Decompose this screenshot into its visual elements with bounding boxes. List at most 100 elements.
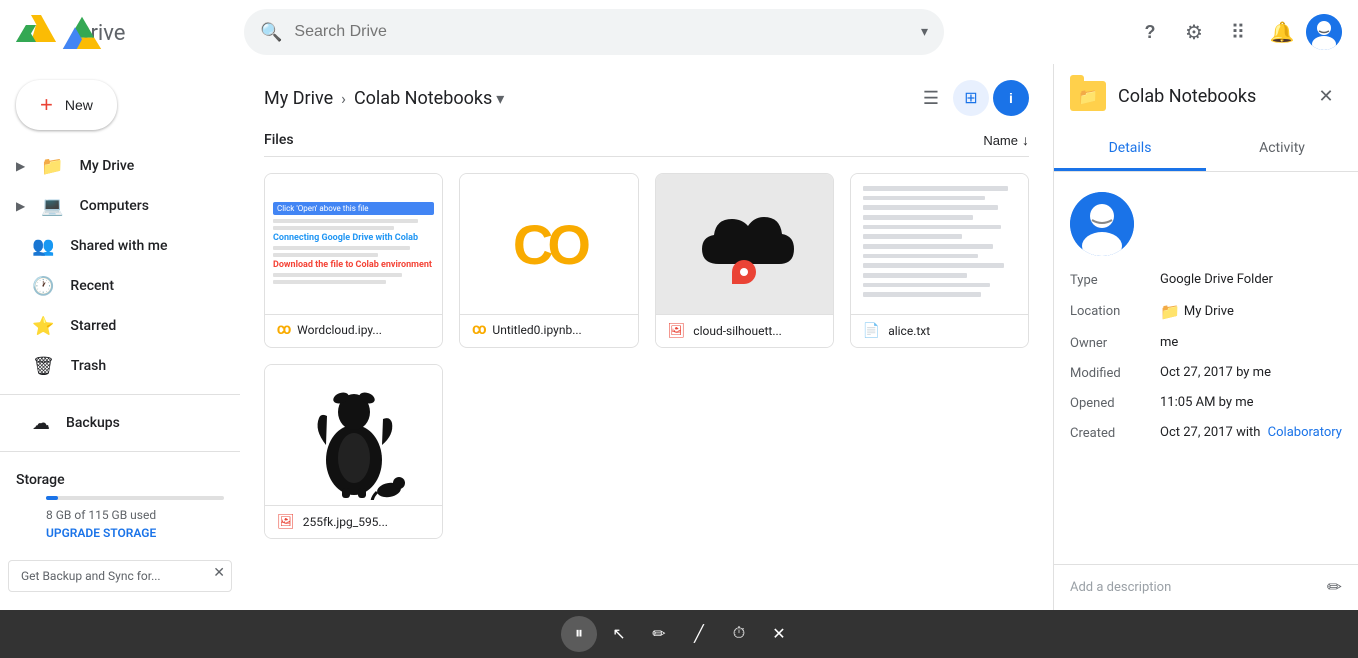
logo-area: Drive (16, 15, 236, 49)
help-button[interactable]: ? (1130, 12, 1170, 52)
panel-close-button[interactable]: ✕ (1310, 80, 1342, 112)
storage-text: 8 GB of 115 GB used (46, 508, 224, 522)
location-folder-icon: 📁 (1160, 302, 1180, 321)
grid-view-button[interactable]: ⊞ (953, 80, 989, 116)
opened-value: 11:05 AM by me (1160, 395, 1342, 410)
settings-button[interactable]: ⚙ (1174, 12, 1214, 52)
new-label: New (65, 97, 93, 113)
description-row: Add a description ✏ (1054, 564, 1358, 610)
description-placeholder[interactable]: Add a description (1070, 580, 1327, 595)
storage-section: Storage 8 GB of 115 GB used UPGRADE STOR… (0, 460, 240, 552)
panel-folder-icon: 📁 (1070, 81, 1106, 111)
right-panel: 📁 Colab Notebooks ✕ Details Activity (1053, 64, 1358, 610)
starred-icon: ⭐ (32, 316, 54, 337)
file-thumb-colab: CO (460, 174, 637, 314)
detail-row-type: Type Google Drive Folder (1070, 272, 1342, 288)
info-panel-button[interactable]: i (993, 80, 1029, 116)
tab-activity[interactable]: Activity (1206, 128, 1358, 171)
sidebar-item-my-drive[interactable]: ▶ 📁 My Drive (0, 146, 224, 186)
created-value: Oct 27, 2017 with Colaboratory (1160, 425, 1342, 440)
file-card-wordcloud[interactable]: Click 'Open' above this file Connecting … (264, 173, 443, 348)
doc-type-icon: 📄 (863, 323, 880, 339)
storage-bar-fill (46, 496, 58, 500)
notification-close-icon[interactable]: ✕ (213, 565, 225, 581)
modified-value: Oct 27, 2017 by me (1160, 365, 1342, 380)
view-toggle: ☰ ⊞ i (913, 80, 1029, 116)
breadcrumb-current[interactable]: Colab Notebooks ▾ (354, 88, 504, 109)
detail-row-opened: Opened 11:05 AM by me (1070, 395, 1342, 411)
notifications-button[interactable]: 🔔 (1262, 12, 1302, 52)
search-input[interactable] (294, 23, 921, 41)
files-label: Files (264, 132, 294, 148)
new-button[interactable]: + New (16, 80, 117, 130)
bell-icon: 🔔 (1270, 20, 1295, 44)
file-name: Untitled0.ipynb... (492, 323, 625, 337)
cursor-button[interactable]: ↖ (601, 616, 637, 652)
search-bar[interactable]: 🔍 ▾ (244, 9, 944, 55)
detail-row-created: Created Oct 27, 2017 with Colaboratory (1070, 425, 1342, 441)
close-toolbar-button[interactable]: ✕ (761, 616, 797, 652)
location-value-area: 📁 My Drive (1160, 302, 1234, 321)
breadcrumb-current-label: Colab Notebooks (354, 88, 492, 109)
file-card-alice-txt[interactable]: 📄 alice.txt (850, 173, 1029, 348)
breadcrumb-root[interactable]: My Drive (264, 88, 333, 109)
avatar[interactable] (1306, 14, 1342, 50)
file-card-alice-jpg[interactable]: 🖼 255fk.jpg_595... (264, 364, 443, 539)
file-card-untitled[interactable]: CO CO Untitled0.ipynb... (459, 173, 638, 348)
file-info-wordcloud: CO Wordcloud.ipy... (265, 314, 442, 345)
backups-icon: ☁ (32, 413, 50, 434)
main-content: My Drive › Colab Notebooks ▾ ☰ ⊞ i Files (240, 64, 1053, 610)
pen-button[interactable]: ✏ (641, 616, 677, 652)
file-info-untitled: CO Untitled0.ipynb... (460, 314, 637, 345)
opened-label: Opened (1070, 395, 1160, 411)
sort-button[interactable]: Name ↓ (983, 132, 1029, 148)
notification-bar: Get Backup and Sync for... ✕ (8, 560, 232, 592)
panel-tabs: Details Activity (1054, 128, 1358, 172)
image-type-icon: 🖼 (668, 323, 686, 339)
sort-arrow-icon: ↓ (1022, 132, 1029, 148)
sidebar-item-starred[interactable]: ⭐ Starred (0, 306, 224, 346)
owner-label: Owner (1070, 335, 1160, 351)
bottom-toolbar: ⏸ ↖ ✏ ╱ ⏱ ✕ (0, 610, 1358, 658)
location-value: My Drive (1184, 304, 1234, 319)
breadcrumb-row: My Drive › Colab Notebooks ▾ ☰ ⊞ i (240, 64, 1053, 124)
sidebar-item-recent[interactable]: 🕐 Recent (0, 266, 224, 306)
upgrade-storage-link[interactable]: UPGRADE STORAGE (46, 526, 224, 540)
sidebar: + New ▶ 📁 My Drive ▶ 💻 Computers 👥 Share… (0, 64, 240, 610)
colab-type-icon-2: CO (472, 323, 484, 337)
panel-avatar (1070, 192, 1134, 256)
topbar-right: ? ⚙ ⠿ 🔔 (1130, 12, 1342, 52)
topbar: Drive 🔍 ▾ ? ⚙ ⠿ 🔔 (0, 0, 1358, 64)
sidebar-item-trash[interactable]: 🗑 Trash (0, 346, 224, 386)
sidebar-item-shared[interactable]: 👥 Shared with me (0, 226, 224, 266)
sidebar-item-label: Recent (70, 278, 114, 294)
type-label: Type (1070, 272, 1160, 288)
file-name: Wordcloud.ipy... (297, 323, 430, 337)
file-thumb-text (851, 174, 1028, 314)
tab-details[interactable]: Details (1054, 128, 1206, 171)
apps-button[interactable]: ⠿ (1218, 12, 1258, 52)
edit-description-icon[interactable]: ✏ (1327, 577, 1342, 598)
file-name: 255fk.jpg_595... (303, 515, 430, 529)
sidebar-item-backups[interactable]: ☁ Backups (0, 403, 224, 443)
storage-bar-bg (46, 496, 224, 500)
file-thumb-cloud (656, 174, 833, 314)
panel-title: Colab Notebooks (1118, 86, 1310, 107)
search-dropdown-icon[interactable]: ▾ (921, 24, 928, 40)
alice-silhouette (299, 370, 409, 500)
sidebar-item-label: Starred (70, 318, 116, 334)
colaboratory-link[interactable]: Colaboratory (1268, 425, 1342, 440)
pause-button[interactable]: ⏸ (561, 616, 597, 652)
sidebar-item-label: My Drive (80, 158, 135, 174)
detail-row-modified: Modified Oct 27, 2017 by me (1070, 365, 1342, 381)
sidebar-item-computers[interactable]: ▶ 💻 Computers (0, 186, 224, 226)
sidebar-item-label: Computers (80, 198, 149, 214)
files-section: Files Name ↓ Click 'Open' above this fil… (240, 124, 1053, 555)
colab-type-icon: CO (277, 323, 289, 337)
detail-row-owner: Owner me (1070, 335, 1342, 351)
list-view-button[interactable]: ☰ (913, 80, 949, 116)
timer-button[interactable]: ⏱ (721, 616, 757, 652)
sidebar-divider (0, 394, 240, 395)
file-card-cloud[interactable]: 🖼 cloud-silhouett... (655, 173, 834, 348)
line-button[interactable]: ╱ (681, 616, 717, 652)
